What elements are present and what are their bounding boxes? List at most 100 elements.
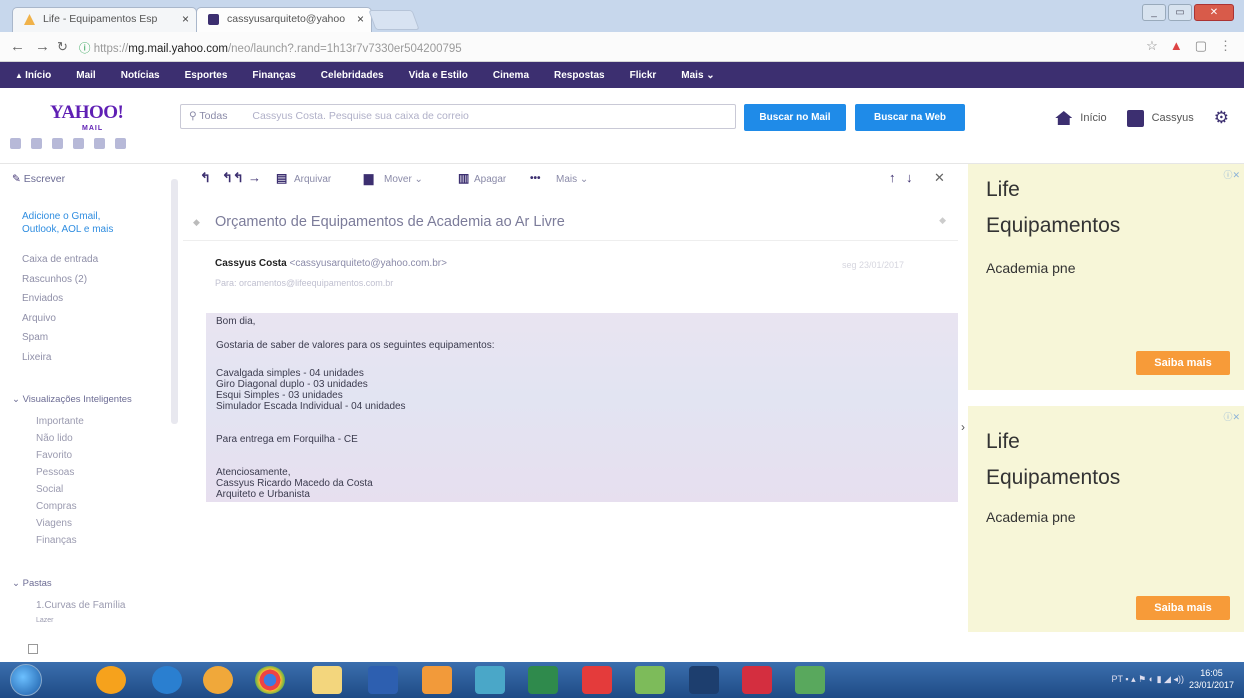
archive-button[interactable]: Arquivar <box>294 174 331 185</box>
home-icon[interactable] <box>1055 111 1073 125</box>
excel-icon[interactable] <box>795 666 825 694</box>
smart-view-shopping[interactable]: Compras <box>36 501 84 518</box>
new-tab-button[interactable] <box>368 10 420 30</box>
minimize-icon[interactable]: _ <box>1142 4 1166 21</box>
language-indicator[interactable]: PT <box>1112 674 1123 684</box>
folder-inbox[interactable]: Caixa de entrada <box>22 254 98 274</box>
messenger-app-icon[interactable] <box>94 138 105 149</box>
back-arrow-icon[interactable]: ← <box>10 38 25 55</box>
ad-next-chevron-icon[interactable]: › <box>961 420 965 434</box>
notepad-app-icon[interactable] <box>73 138 84 149</box>
sidebar-ad[interactable]: ⓘ✕ Life Equipamentos Academia pne Saiba … <box>968 164 1244 390</box>
nav-sports[interactable]: Esportes <box>185 70 228 81</box>
sidebar-ad[interactable]: ⓘ✕ Life Equipamentos Academia pne Saiba … <box>968 406 1244 632</box>
extension-2-icon[interactable]: ▢ <box>1195 38 1207 54</box>
app-icon[interactable] <box>475 666 505 694</box>
sidebar-scrollbar[interactable] <box>171 179 178 424</box>
nav-finance[interactable]: Finanças <box>252 70 295 81</box>
ad-choices-icon[interactable]: ⓘ✕ <box>1223 168 1240 181</box>
extension-icon[interactable]: ▲ <box>1170 38 1183 54</box>
yahoo-logo[interactable]: YAHOO! <box>50 102 124 124</box>
smart-view-travel[interactable]: Viagens <box>36 518 84 535</box>
add-accounts-link[interactable]: Adicione o Gmail, Outlook, AOL e mais <box>22 210 113 236</box>
acrobat-icon[interactable] <box>582 666 612 694</box>
more-button[interactable]: Mais ⌄ <box>556 174 588 185</box>
folder-spam[interactable]: Spam <box>22 332 98 352</box>
browser-tab-life[interactable]: Life - Equipamentos Esp × <box>12 7 197 32</box>
compose-button[interactable]: Escrever <box>12 173 65 185</box>
custom-folder[interactable]: 1.Curvas de Família <box>36 600 125 617</box>
smart-view-people[interactable]: Pessoas <box>36 467 84 484</box>
mail-search-input[interactable]: ⚲ Todas Cassyus Costa. Pesquise sua caix… <box>180 104 736 129</box>
archive-icon[interactable]: ▤ <box>276 171 287 185</box>
autocad-icon[interactable] <box>742 666 772 694</box>
learn-more-button[interactable]: Saiba mais <box>1136 596 1230 620</box>
user-name[interactable]: Cassyus <box>1152 112 1194 124</box>
reply-icon[interactable]: ↰ <box>200 170 211 186</box>
maximize-icon[interactable]: ▭ <box>1168 4 1192 21</box>
folder-archive[interactable]: Arquivo <box>22 313 98 333</box>
smart-view-starred[interactable]: Favorito <box>36 450 84 467</box>
nav-flickr[interactable]: Flickr <box>630 70 657 81</box>
mail-app-icon[interactable] <box>10 138 21 149</box>
nav-cinema[interactable]: Cinema <box>493 70 529 81</box>
move-button[interactable]: Mover ⌄ <box>384 174 423 185</box>
smart-view-social[interactable]: Social <box>36 484 84 501</box>
app-icon[interactable] <box>689 666 719 694</box>
url-field[interactable]: ⓘ https://mg.mail.yahoo.com/neo/launch?.… <box>75 37 1195 58</box>
forward-arrow-icon[interactable]: → <box>35 38 50 55</box>
nav-celebrities[interactable]: Celebridades <box>321 70 384 81</box>
word-icon[interactable] <box>368 666 398 694</box>
tab-close-icon[interactable]: × <box>357 12 364 26</box>
media-icon[interactable] <box>203 666 233 694</box>
folder-trash[interactable]: Lixeira <box>22 352 98 372</box>
nav-more[interactable]: Mais ⌄ <box>681 70 714 81</box>
browser-tab-yahoo-mail[interactable]: cassyusarquiteto@yahoo × <box>196 7 372 32</box>
nav-news[interactable]: Notícias <box>121 70 160 81</box>
nav-home[interactable]: Início <box>15 70 51 81</box>
folders-header[interactable]: ⌄ Pastas <box>12 578 52 589</box>
app-icon[interactable] <box>528 666 558 694</box>
folder-drafts[interactable]: Rascunhos (2) <box>22 274 98 294</box>
next-message-icon[interactable]: ↓ <box>906 170 913 185</box>
start-button[interactable] <box>10 664 42 696</box>
reload-icon[interactable]: ↻ <box>57 39 68 55</box>
star-icon[interactable]: ◆ <box>193 217 200 228</box>
system-clock[interactable]: 16:05 23/01/2017 <box>1189 667 1234 691</box>
ie-icon[interactable] <box>152 666 182 694</box>
ad-choices-icon[interactable]: ⓘ✕ <box>1223 410 1240 423</box>
smart-view-finance[interactable]: Finanças <box>36 535 84 552</box>
contacts-app-icon[interactable] <box>31 138 42 149</box>
calendar-app-icon[interactable] <box>52 138 63 149</box>
vlc-icon[interactable] <box>96 666 126 694</box>
explorer-icon[interactable] <box>312 666 342 694</box>
more-dots-icon[interactable]: ••• <box>530 173 541 184</box>
search-web-button[interactable]: Buscar na Web <box>855 104 965 131</box>
window-close-icon[interactable]: ✕ <box>1194 4 1234 21</box>
previous-message-icon[interactable]: ↑ <box>889 170 896 185</box>
folder-sent[interactable]: Enviados <box>22 293 98 313</box>
reply-all-icon[interactable]: ↰↰ <box>222 170 244 186</box>
sketchup-icon[interactable] <box>635 666 665 694</box>
sender-name[interactable]: Cassyus Costa <box>215 258 287 269</box>
photoshop-icon[interactable] <box>422 666 452 694</box>
subject-collapse-icon[interactable]: ◆ <box>939 215 946 226</box>
delete-button[interactable]: Apagar <box>474 174 506 185</box>
nav-answers[interactable]: Respostas <box>554 70 605 81</box>
browser-menu-icon[interactable]: ⋮ <box>1219 38 1232 54</box>
custom-folder[interactable]: Lazer <box>36 617 125 625</box>
newsfeed-app-icon[interactable] <box>115 138 126 149</box>
move-folder-icon[interactable]: ▆ <box>364 171 373 185</box>
bookmark-star-icon[interactable]: ☆ <box>1146 38 1158 54</box>
trash-icon[interactable]: ▥ <box>458 171 469 185</box>
chrome-icon[interactable] <box>255 666 285 694</box>
smart-view-unread[interactable]: Não lido <box>36 433 84 450</box>
forward-icon[interactable]: → <box>248 170 261 185</box>
nav-mail[interactable]: Mail <box>76 70 95 81</box>
avatar[interactable] <box>1126 109 1144 127</box>
tray-icons[interactable]: ▪ ▴ ⚑ ◐ ▮ ◢ ◂)) <box>1125 674 1184 684</box>
smart-views-header[interactable]: ⌄ Visualizações Inteligentes <box>12 394 132 405</box>
close-message-icon[interactable]: ✕ <box>934 170 945 186</box>
home-link[interactable]: Início <box>1080 112 1106 124</box>
collapse-sidebar-icon[interactable] <box>28 644 38 654</box>
